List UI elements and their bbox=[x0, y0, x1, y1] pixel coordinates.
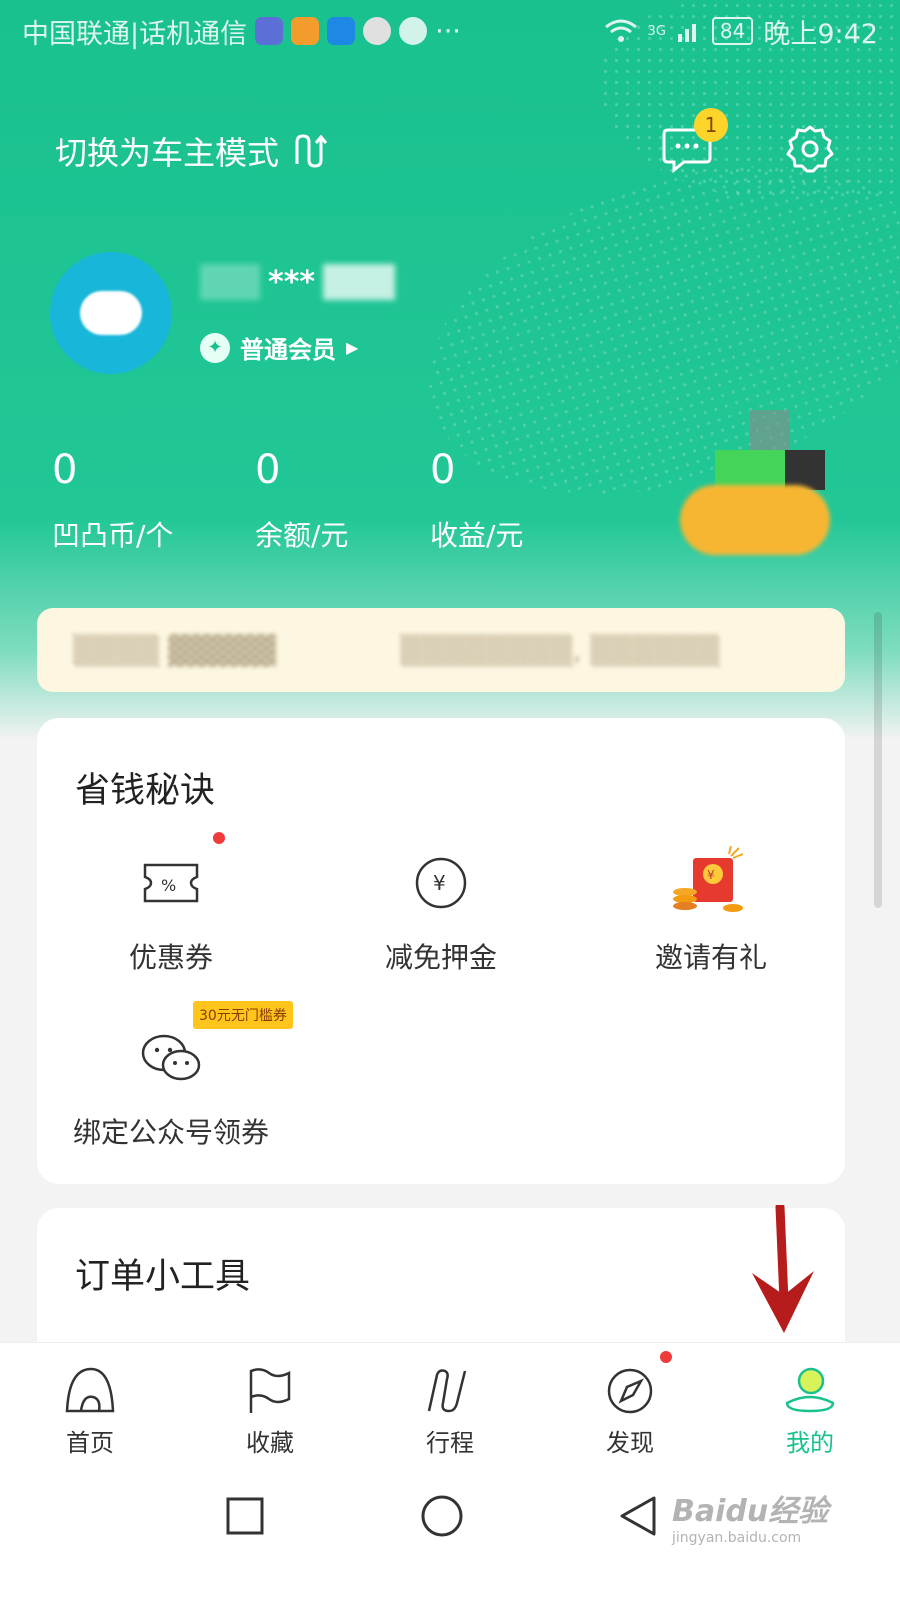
carrier-label: 中国联通|话机通信 bbox=[22, 18, 248, 50]
notice-banner[interactable]: ▒▒▒▒ ▓▓▓▓▓ ▒▒▒▒▒▒▒▒, ▒▒▒▒▒▒ bbox=[37, 608, 845, 692]
stat-label: 凹凸币/个 bbox=[52, 519, 174, 552]
stat-balance[interactable]: 0 余额/元 bbox=[255, 448, 348, 554]
tool-label: 优惠券 bbox=[128, 941, 213, 974]
nav-discover[interactable]: 发现 bbox=[540, 1343, 720, 1472]
masked-text bbox=[200, 264, 260, 300]
card-title: 省钱秘诀 bbox=[75, 771, 216, 811]
nav-favorites[interactable]: 收藏 bbox=[180, 1343, 360, 1472]
battery-indicator: 84 bbox=[711, 17, 754, 45]
switch-owner-mode-button[interactable]: 切换为车主模式 bbox=[55, 128, 331, 174]
status-bar: 中国联通|话机通信 ··· 3G 84 晚上9:42 bbox=[0, 0, 900, 62]
home-circle-icon[interactable] bbox=[420, 1494, 464, 1538]
tool-label: 绑定公众号领券 bbox=[72, 1116, 269, 1149]
notification-app-icon bbox=[255, 17, 284, 45]
gear-icon[interactable] bbox=[785, 124, 835, 174]
avatar-image bbox=[80, 291, 142, 335]
caret-right-icon: ▶ bbox=[346, 338, 359, 357]
nav-trips[interactable]: 行程 bbox=[360, 1343, 540, 1472]
masked-text bbox=[323, 264, 396, 300]
recent-apps-icon[interactable] bbox=[225, 1496, 265, 1536]
svg-text:¥: ¥ bbox=[433, 871, 446, 895]
message-count-badge: 1 bbox=[694, 108, 728, 142]
stat-earnings[interactable]: 0 收益/元 bbox=[430, 448, 523, 554]
wifi-icon bbox=[604, 19, 637, 42]
username-text: *** bbox=[268, 264, 316, 300]
nav-label: 首页 bbox=[66, 1429, 114, 1457]
stat-value: 0 bbox=[255, 447, 281, 493]
compass-icon bbox=[607, 1368, 653, 1414]
nav-label: 行程 bbox=[426, 1429, 474, 1457]
notification-app-icon bbox=[363, 17, 392, 45]
scrollbar[interactable] bbox=[874, 612, 882, 908]
signal-icon bbox=[677, 24, 696, 42]
notification-app-icon bbox=[291, 17, 320, 45]
coupon-icon: % bbox=[143, 863, 199, 903]
avatar[interactable] bbox=[50, 252, 172, 374]
route-icon bbox=[427, 1369, 467, 1413]
bind-official-account-tool[interactable]: 30元无门槛券 绑定公众号领券 bbox=[41, 1001, 301, 1151]
card-title: 订单小工具 bbox=[75, 1257, 251, 1297]
nav-label: 我的 bbox=[786, 1429, 834, 1457]
tool-label: 邀请有礼 bbox=[654, 941, 767, 974]
coupon-tool[interactable]: % 优惠券 bbox=[41, 832, 301, 976]
nav-home[interactable]: 首页 bbox=[0, 1343, 180, 1472]
username[interactable]: *** bbox=[200, 262, 396, 302]
watermark-brand: Baidu经验 bbox=[672, 1494, 829, 1529]
wechat-icon bbox=[141, 1034, 201, 1081]
invite-reward-tool[interactable]: ¥ 邀请有礼 bbox=[581, 846, 841, 976]
new-indicator-dot bbox=[213, 832, 225, 844]
notification-app-icon bbox=[327, 17, 356, 45]
home-icon bbox=[65, 1367, 115, 1413]
member-level-link[interactable]: ✦ 普通会员 ▶ bbox=[200, 330, 358, 365]
annotation-arrow-icon bbox=[752, 1205, 814, 1333]
nav-mine[interactable]: 我的 bbox=[720, 1343, 900, 1472]
flag-icon bbox=[249, 1368, 291, 1413]
network-type-label: 3G bbox=[647, 23, 666, 39]
chat-bubble-icon bbox=[399, 17, 428, 45]
member-badge-icon: ✦ bbox=[200, 332, 230, 363]
baidu-watermark: Baidu经验 jingyan.baidu.com bbox=[672, 1486, 828, 1546]
back-triangle-icon[interactable] bbox=[616, 1494, 660, 1538]
clock: 晚上9:42 bbox=[763, 18, 878, 50]
mode-switch-label: 切换为车主模式 bbox=[55, 134, 280, 172]
profile-icon bbox=[785, 1367, 835, 1413]
tool-label: 减免押金 bbox=[384, 941, 497, 974]
member-level-label: 普通会员 bbox=[240, 336, 336, 364]
stat-value: 0 bbox=[430, 447, 456, 493]
switch-arrows-icon bbox=[295, 134, 328, 168]
bottom-navigation: 首页 收藏 行程 发现 我的 bbox=[0, 1342, 900, 1472]
svg-text:¥: ¥ bbox=[707, 868, 715, 882]
promo-banner-obscured[interactable] bbox=[680, 410, 830, 555]
coupon-promo-tag: 30元无门槛券 bbox=[193, 1001, 293, 1029]
stat-value: 0 bbox=[52, 447, 78, 493]
red-envelope-icon: ¥ bbox=[673, 846, 744, 912]
yuan-circle-icon: ¥ bbox=[415, 857, 467, 909]
stat-coins[interactable]: 0 凹凸币/个 bbox=[52, 448, 173, 554]
money-tips-card: 省钱秘诀 % 优惠券 ¥ 减免押金 ¥ 邀请有礼 30元无门槛券 绑定公众号领券 bbox=[37, 718, 845, 1184]
stat-label: 余额/元 bbox=[255, 519, 349, 552]
new-indicator-dot bbox=[660, 1351, 672, 1363]
nav-label: 收藏 bbox=[246, 1429, 294, 1457]
stat-label: 收益/元 bbox=[430, 519, 524, 552]
more-notifications-icon: ··· bbox=[435, 15, 461, 47]
watermark-url: jingyan.baidu.com bbox=[672, 1530, 802, 1546]
svg-text:%: % bbox=[161, 876, 176, 895]
nav-label: 发现 bbox=[606, 1429, 654, 1457]
obscured-notice-text: ▒▒▒▒ ▓▓▓▓▓ ▒▒▒▒▒▒▒▒, ▒▒▒▒▒▒ bbox=[73, 633, 720, 667]
deposit-waiver-tool[interactable]: ¥ 减免押金 bbox=[311, 848, 571, 976]
